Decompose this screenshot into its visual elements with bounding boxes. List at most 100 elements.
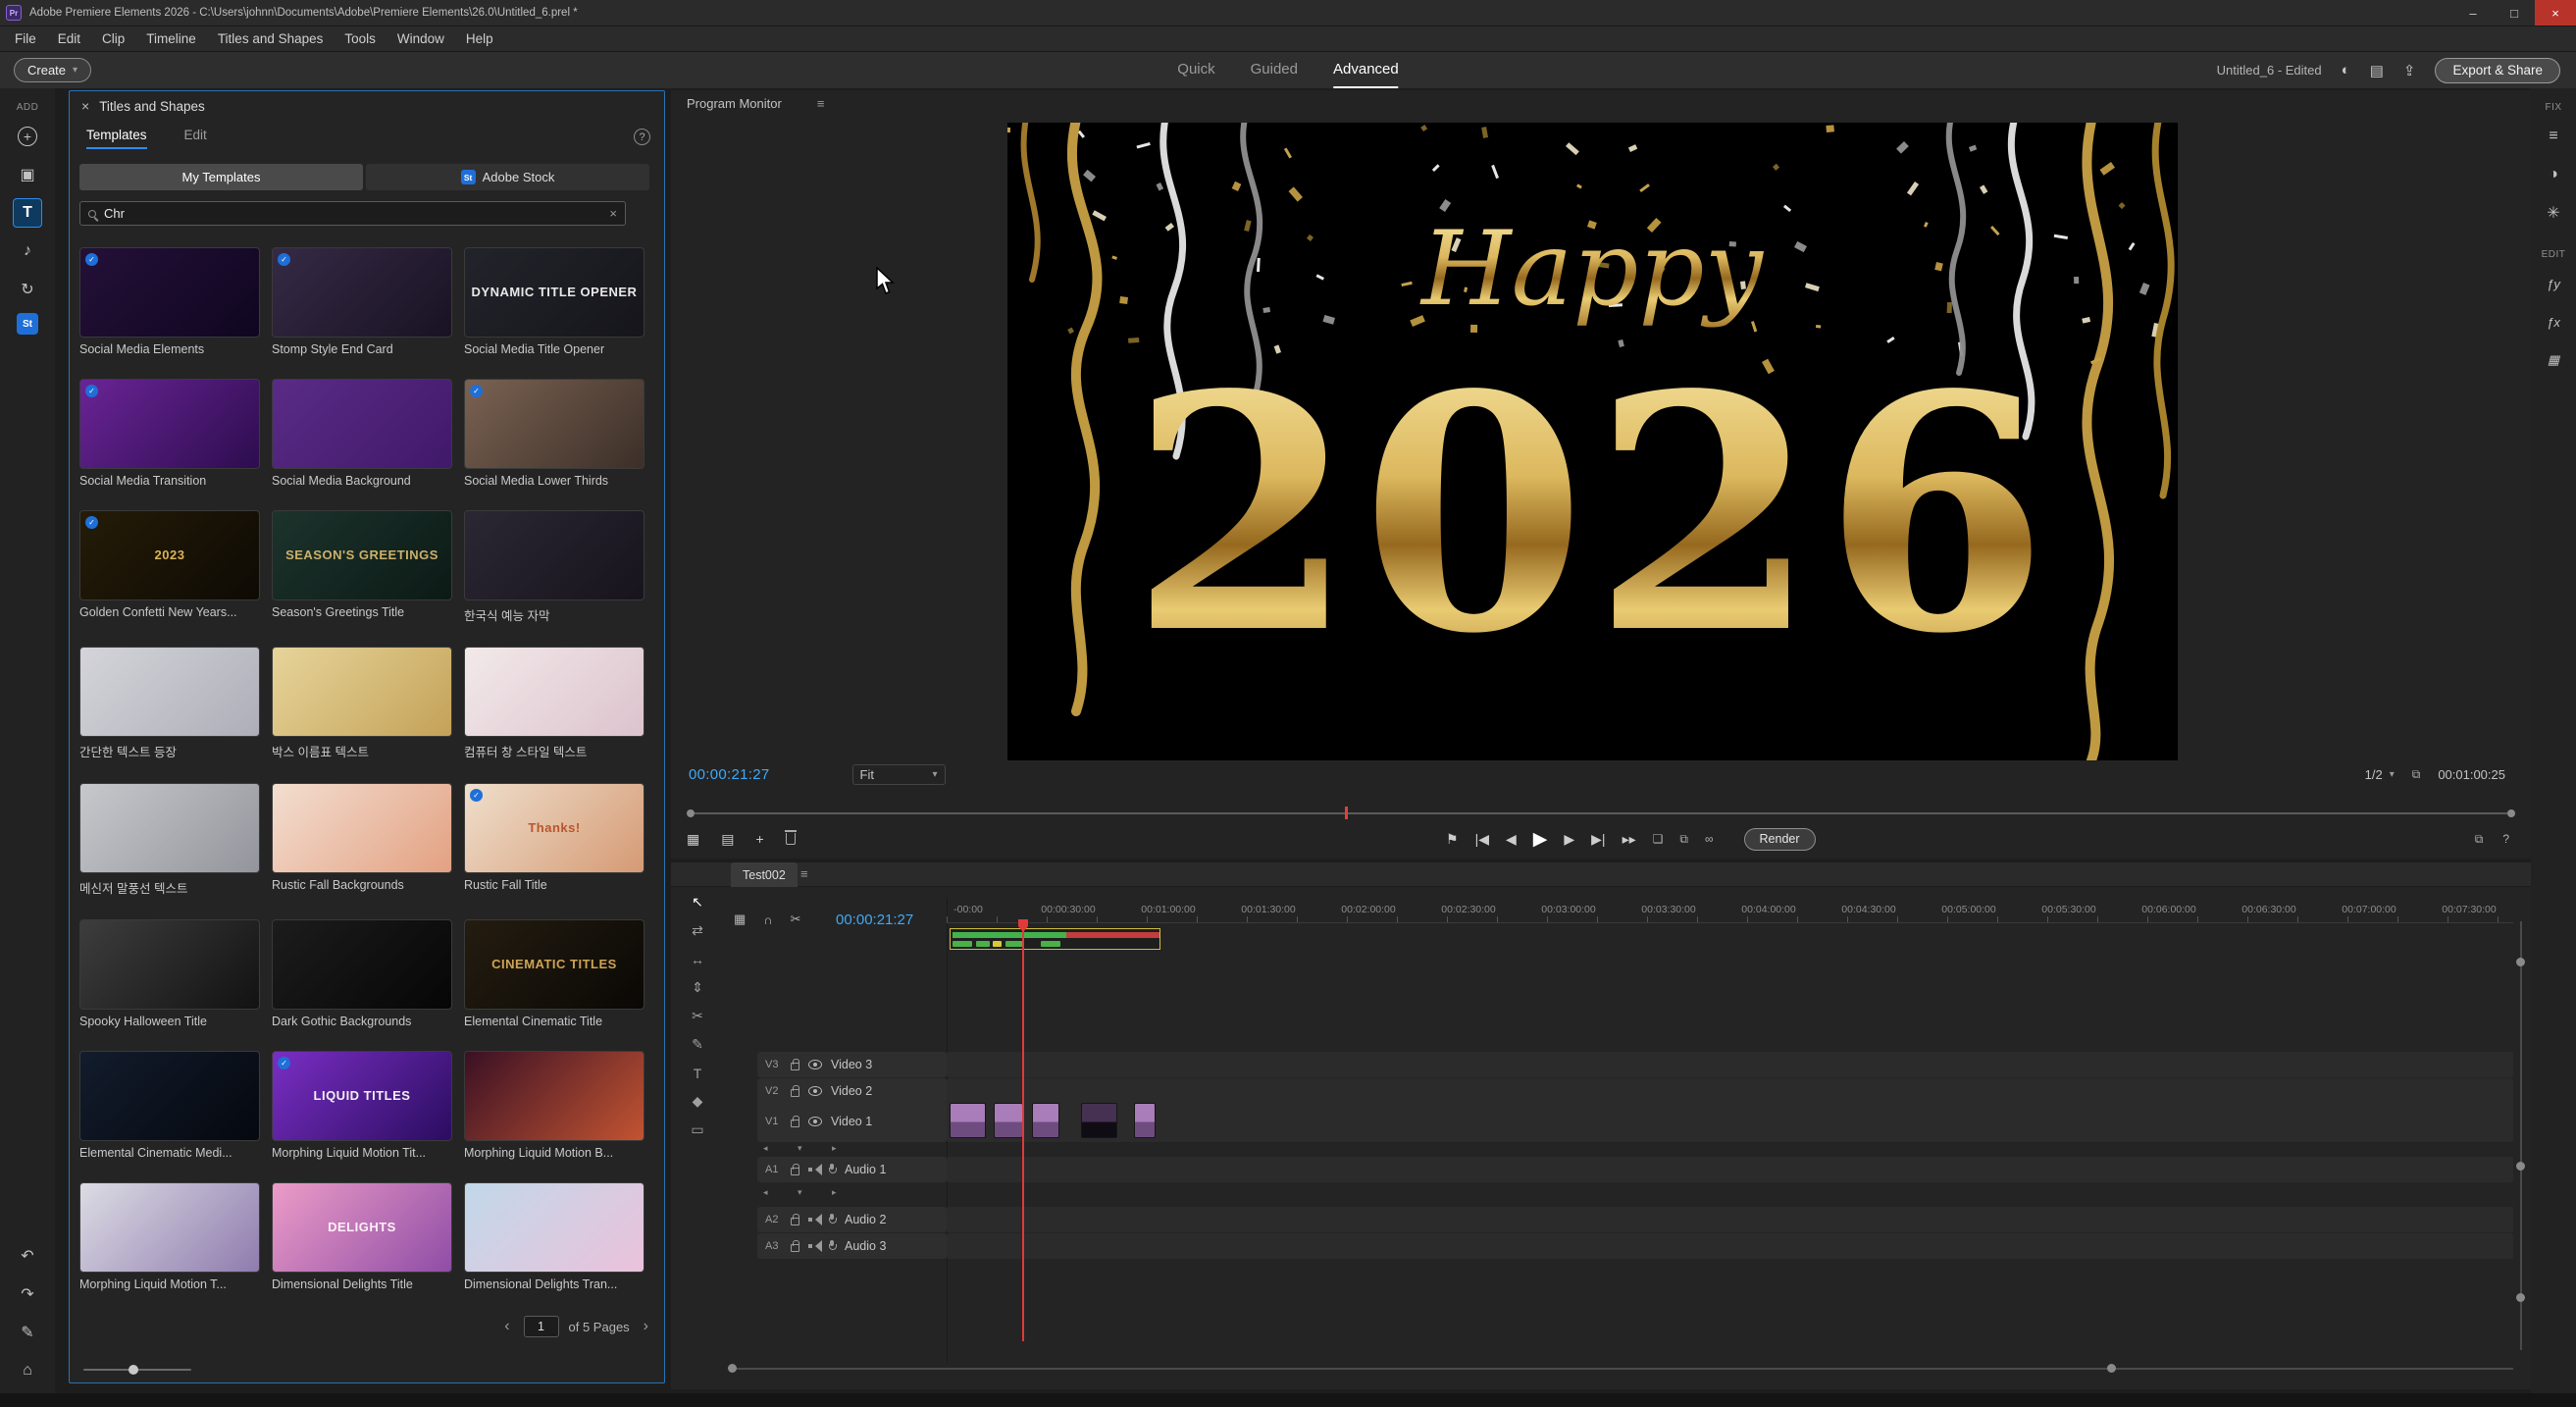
menu-item-edit[interactable]: Edit — [47, 26, 91, 51]
save-icon[interactable]: ▤ — [2370, 62, 2384, 79]
track-header-v1[interactable]: V1Video 1 — [757, 1101, 947, 1142]
dual-monitor-icon[interactable]: ⧉ — [2412, 767, 2421, 782]
track-lane-a3[interactable] — [947, 1233, 2513, 1259]
contrast-icon[interactable]: ◐ — [2342, 62, 2350, 78]
panel-menu-icon[interactable]: ≡ — [817, 96, 825, 111]
mic-icon[interactable] — [829, 1214, 836, 1225]
monitor-playhead[interactable] — [1345, 807, 1348, 819]
shape-tool[interactable]: ▭ — [681, 1116, 714, 1144]
text-tool[interactable]: T — [681, 1059, 714, 1087]
razor-tool[interactable]: ✂ — [681, 1002, 714, 1030]
track-lane-a2[interactable] — [947, 1207, 2513, 1232]
color-correct-icon[interactable]: ◑ — [2539, 160, 2568, 189]
track-resize-handles[interactable]: ◂ ▾ ▸ — [763, 1143, 850, 1154]
menu-item-titles-and-shapes[interactable]: Titles and Shapes — [207, 26, 335, 51]
template-card[interactable]: Social Media Background — [272, 379, 452, 488]
redo-icon[interactable]: ↷ — [13, 1279, 42, 1309]
eye-icon[interactable] — [808, 1060, 822, 1069]
mic-icon[interactable] — [829, 1164, 836, 1175]
track-header-v3[interactable]: V3Video 3 — [757, 1052, 947, 1077]
scrollbar-handle[interactable] — [2516, 1293, 2525, 1302]
template-card[interactable]: 2023✓Golden Confetti New Years... — [79, 510, 260, 624]
timeline-clip[interactable] — [1134, 1103, 1156, 1138]
adjust-icon[interactable]: ≡ — [2539, 122, 2568, 151]
timeline-clip[interactable] — [950, 1103, 986, 1138]
frame-forward-button[interactable]: ▶ — [1564, 831, 1574, 848]
template-card[interactable]: 메신저 말풍선 텍스트 — [79, 783, 260, 897]
marker-panel-icon[interactable]: ▦ — [687, 831, 699, 848]
prev-page-button[interactable]: ‹ — [500, 1318, 513, 1335]
template-card[interactable]: 한국식 예능 자막 — [464, 510, 644, 624]
template-card[interactable]: DELIGHTSDimensional Delights Title — [272, 1182, 452, 1291]
add-track-icon[interactable]: + — [755, 831, 763, 847]
track-header-a1[interactable]: A1Audio 1 — [757, 1157, 947, 1182]
add-media-icon[interactable]: + — [13, 122, 42, 151]
track-settings-icon[interactable]: ▦ — [734, 912, 746, 927]
share-icon[interactable]: ⇪ — [2403, 62, 2416, 79]
speaker-icon[interactable] — [808, 1241, 820, 1251]
source-tab-adobe-stock[interactable]: StAdobe Stock — [366, 164, 649, 190]
clear-search-icon[interactable]: × — [609, 206, 617, 221]
template-card[interactable]: CINEMATIC TITLESElemental Cinematic Titl… — [464, 919, 644, 1028]
search-input[interactable] — [104, 206, 601, 221]
minimize-button[interactable]: – — [2452, 0, 2494, 26]
fullscreen-icon[interactable]: ⧉ — [2475, 832, 2484, 847]
menu-item-file[interactable]: File — [4, 26, 47, 51]
video-preview-area[interactable]: Happy 2026 — [1007, 123, 2178, 760]
template-card[interactable]: ✓Stomp Style End Card — [272, 247, 452, 356]
monitor-timecode[interactable]: 00:00:21:27 — [689, 766, 770, 783]
mode-tab-guided[interactable]: Guided — [1251, 52, 1298, 88]
shuttle-button[interactable]: ▸▸ — [1623, 831, 1636, 848]
smart-fix-icon[interactable]: ✳ — [2539, 198, 2568, 228]
timeline-content[interactable]: -00:0000:00:30:0000:01:00:0000:01:30:000… — [947, 862, 2513, 1362]
add-media-icon[interactable]: ▤ — [721, 831, 734, 848]
selection-tool[interactable]: ↖ — [681, 888, 714, 916]
template-card[interactable]: Spooky Halloween Title — [79, 919, 260, 1028]
template-card[interactable]: DYNAMIC TITLE OPENERSocial Media Title O… — [464, 247, 644, 356]
export-share-button[interactable]: Export & Share — [2435, 58, 2560, 83]
help-icon[interactable]: ? — [634, 129, 650, 145]
loop-icon[interactable]: ∞ — [1705, 832, 1714, 846]
monitor-help-icon[interactable]: ? — [2502, 832, 2509, 846]
speaker-icon[interactable] — [808, 1215, 820, 1225]
monitor-scrubber[interactable] — [687, 808, 2515, 819]
menu-item-timeline[interactable]: Timeline — [135, 26, 207, 51]
pencil-tool[interactable]: ✎ — [681, 1030, 714, 1059]
template-card[interactable]: Dimensional Delights Tran... — [464, 1182, 644, 1291]
scrubber-right-handle[interactable] — [2507, 809, 2515, 817]
mic-icon[interactable] — [829, 1240, 836, 1252]
render-button[interactable]: Render — [1744, 828, 1816, 851]
template-card[interactable]: 컴퓨터 창 스타일 텍스트 — [464, 647, 644, 760]
lock-icon[interactable] — [791, 1120, 799, 1127]
track-header-a3[interactable]: A3Audio 3 — [757, 1233, 947, 1259]
home-icon[interactable]: ⌂ — [13, 1356, 42, 1385]
lock-icon[interactable] — [791, 1063, 799, 1070]
page-input[interactable] — [524, 1316, 559, 1337]
template-card[interactable]: 간단한 텍스트 등장 — [79, 647, 260, 760]
tab-edit[interactable]: Edit — [184, 123, 207, 149]
timeline-clip[interactable] — [994, 1103, 1023, 1138]
close-panel-icon[interactable]: × — [81, 98, 89, 114]
slider-knob[interactable] — [129, 1365, 138, 1375]
swap-tool[interactable]: ↔ — [681, 945, 714, 973]
applied-effects-icon[interactable]: ƒy — [2539, 269, 2568, 298]
delete-icon[interactable] — [786, 833, 796, 845]
scrollbar-handle[interactable] — [2516, 958, 2525, 966]
template-card[interactable]: SEASON'S GREETINGSSeason's Greetings Tit… — [272, 510, 452, 624]
track-lane-v1[interactable] — [947, 1101, 2513, 1142]
mode-tab-advanced[interactable]: Advanced — [1333, 52, 1399, 88]
horizontal-scrollbar[interactable] — [730, 1368, 2513, 1370]
template-card[interactable]: Morphing Liquid Motion B... — [464, 1051, 644, 1160]
vertical-scrollbar[interactable] — [2520, 921, 2522, 1350]
template-card[interactable]: Elemental Cinematic Medi... — [79, 1051, 260, 1160]
playback-quality-dropdown[interactable]: 1/2 ▾ — [2365, 767, 2395, 782]
zoom-level-dropdown[interactable]: Fit ▾ — [852, 764, 946, 785]
speaker-icon[interactable] — [808, 1165, 820, 1174]
menu-item-tools[interactable]: Tools — [334, 26, 386, 51]
undo-icon[interactable]: ↶ — [13, 1241, 42, 1271]
create-button[interactable]: Create ▾ — [14, 58, 91, 82]
template-card[interactable]: ✓Social Media Lower Thirds — [464, 379, 644, 488]
track-lane-a1[interactable] — [947, 1157, 2513, 1182]
stock-icon[interactable]: St — [17, 313, 38, 335]
history-icon[interactable]: ↻ — [13, 275, 42, 304]
